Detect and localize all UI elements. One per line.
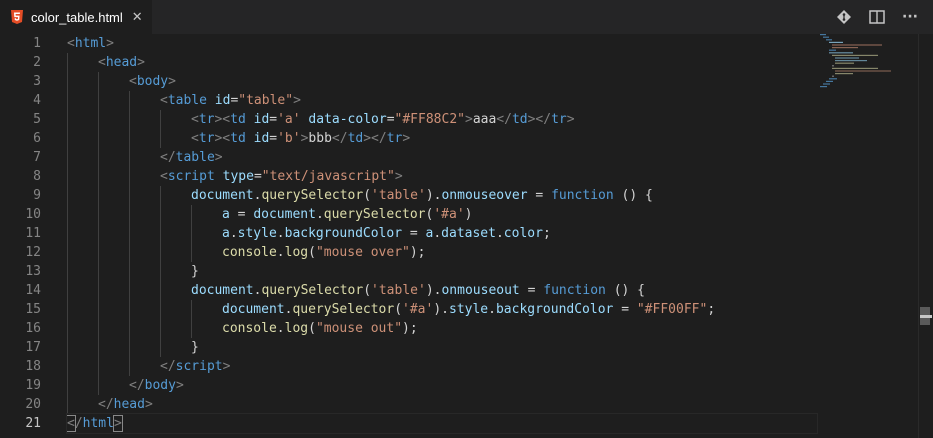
code-line-14: document.querySelector('table').onmouseo… <box>67 281 817 300</box>
tab-label: color_table.html <box>31 9 123 25</box>
cursor-position-marker <box>920 315 932 318</box>
code-line-3: <body> <box>67 72 817 91</box>
line-number: 21 <box>25 416 41 431</box>
line-number: 18 <box>25 359 41 374</box>
line-number: 7 <box>33 150 41 165</box>
vertical-scrollbar[interactable] <box>918 34 933 438</box>
line-number: 8 <box>33 169 41 184</box>
line-number: 20 <box>25 397 41 412</box>
code-line-18: </script> <box>67 357 817 376</box>
code-line-15: document.querySelector('#a').style.backg… <box>67 300 817 319</box>
code-line-13: } <box>67 262 817 281</box>
tab-color-table[interactable]: color_table.html ✕ <box>0 0 152 34</box>
line-number: 15 <box>25 302 41 317</box>
code-editor[interactable]: 1 2 3 4 5 6 7 8 9 10 11 12 13 14 15 16 17 18 19 20 21 <html>… <box>0 34 933 438</box>
editor-actions: ··· <box>835 0 919 34</box>
html5-icon <box>11 10 23 24</box>
line-number: 1 <box>33 36 41 51</box>
line-number: 16 <box>25 321 41 336</box>
code-line-10: a = document.querySelector('#a') <box>67 205 817 224</box>
line-number: 11 <box>25 226 41 241</box>
line-number: 13 <box>25 264 41 279</box>
line-number-gutter: 1 2 3 4 5 6 7 8 9 10 11 12 13 14 15 16 17 18 19 20 21 <box>0 34 52 433</box>
line-number: 5 <box>33 112 41 127</box>
git-compare-icon[interactable] <box>835 8 853 26</box>
line-number: 17 <box>25 340 41 355</box>
line-number: 12 <box>25 245 41 260</box>
split-editor-icon[interactable] <box>868 8 886 26</box>
title-bar: color_table.html ✕ ··· <box>0 0 933 34</box>
line-number: 19 <box>25 378 41 393</box>
code-line-4: <table id="table"> <box>67 91 817 110</box>
minimap[interactable] <box>820 34 910 94</box>
code-line-19: </body> <box>67 376 817 395</box>
code-line-21: </html> <box>66 413 818 434</box>
code-line-11: a.style.backgroundColor = a.dataset.colo… <box>67 224 817 243</box>
code-line-1: <html> <box>67 36 114 51</box>
more-actions-icon[interactable]: ··· <box>901 8 919 26</box>
line-number: 9 <box>33 188 41 203</box>
code-line-20: </head> <box>67 395 817 414</box>
line-number: 3 <box>33 74 41 89</box>
code-line-5: <tr><td id='a' data-color="#FF88C2">aaa<… <box>67 110 817 129</box>
code-line-8: <script type="text/javascript"> <box>67 167 817 186</box>
code-line-6: <tr><td id='b'>bbb</td></tr> <box>67 129 817 148</box>
code-line-9: document.querySelector('table').onmouseo… <box>67 186 817 205</box>
close-icon[interactable]: ✕ <box>132 10 143 25</box>
code-line-16: console.log("mouse out"); <box>67 319 817 338</box>
line-number: 2 <box>33 55 41 70</box>
code-line-17: } <box>67 338 817 357</box>
line-number: 14 <box>25 283 41 298</box>
code-line-12: console.log("mouse over"); <box>67 243 817 262</box>
code-line-2: <head> <box>67 53 817 72</box>
code-area[interactable]: <html> <head> <body> <table id="table"> … <box>66 34 818 434</box>
line-number: 10 <box>25 207 41 222</box>
line-number: 4 <box>33 93 41 108</box>
line-number: 6 <box>33 131 41 146</box>
code-line-7: </table> <box>67 148 817 167</box>
